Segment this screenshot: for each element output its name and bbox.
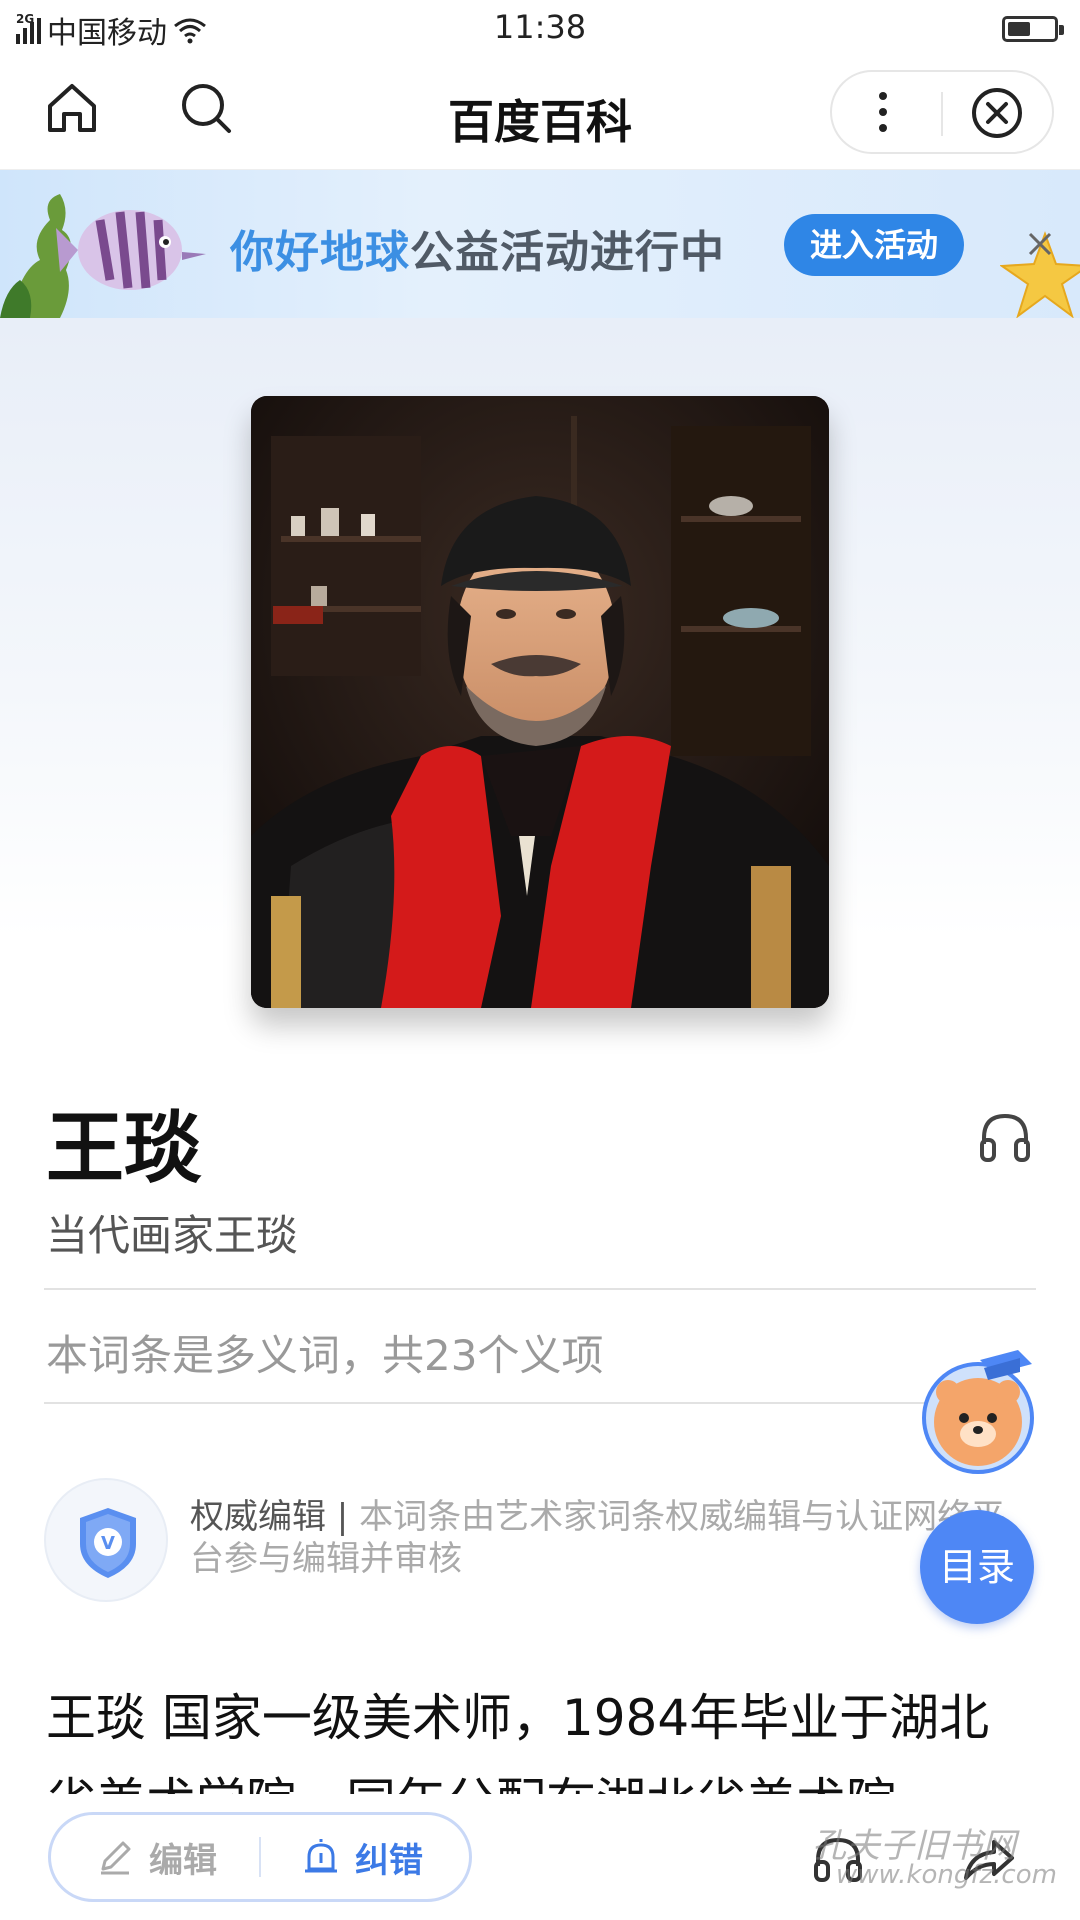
authority-badge: V [44, 1478, 168, 1602]
bottom-bar: 编辑 纠错 孔夫子旧书网 www.kongfz.com [0, 1794, 1080, 1920]
alarm-icon [305, 1839, 337, 1873]
divider [44, 1288, 1036, 1290]
clock: 11:38 [493, 8, 587, 46]
pill-separator [259, 1837, 261, 1877]
close-icon[interactable] [970, 86, 1024, 140]
nav-bar: 百度百科 [0, 58, 1080, 170]
entry-title: 王琰 [46, 1104, 203, 1194]
enter-activity-button[interactable]: 进入活动 [784, 214, 964, 276]
authority-separator: | [326, 1497, 360, 1537]
edit-button[interactable]: 编辑 [95, 1815, 217, 1899]
battery-icon [1002, 16, 1064, 42]
svg-text:V: V [101, 1533, 115, 1554]
verified-shield-icon: V [80, 1508, 136, 1578]
more-icon[interactable] [868, 86, 898, 138]
banner-highlight: 你好地球 [230, 227, 410, 278]
mascot-bear-icon[interactable] [920, 1342, 1038, 1476]
report-error-label: 纠错 [355, 1840, 423, 1881]
status-bar: 2G 中国移动 11:38 [0, 0, 1080, 58]
authority-text: 权威编辑 | 本词条由艺术家词条权威编辑与认证网络平台参与编辑并审核 [190, 1496, 1030, 1580]
polysemy-note[interactable]: 本词条是多义词，共23个义项 [46, 1322, 603, 1383]
promo-banner[interactable]: 你好地球公益活动进行中 进入活动 [0, 170, 1080, 318]
portrait-photo [251, 396, 829, 1008]
mini-program-capsule [830, 70, 1054, 154]
entry-summary: 王琰 国家一级美术师，1984年毕业于湖北省美术学院，同年分配在湖北省美术院 [46, 1689, 990, 1800]
banner-slogan: 公益活动进行中 [410, 227, 725, 278]
fish-illustration [0, 194, 206, 318]
toc-button[interactable]: 目录 [920, 1510, 1034, 1624]
watermark-url: www.kongfz.com [836, 1860, 1057, 1890]
authority-label[interactable]: 权威编辑 [190, 1497, 326, 1537]
headphones-icon[interactable] [978, 1110, 1032, 1164]
banner-text: 你好地球公益活动进行中 [230, 216, 725, 280]
banner-close-icon[interactable] [1024, 228, 1056, 260]
pencil-icon [101, 1841, 131, 1875]
entry-subtitle: 当代画家王琰 [46, 1211, 299, 1260]
action-pill: 编辑 纠错 [48, 1812, 472, 1902]
edit-label: 编辑 [149, 1840, 217, 1881]
report-error-button[interactable]: 纠错 [301, 1815, 423, 1899]
entry-portrait-image[interactable] [251, 396, 829, 1008]
capsule-divider [941, 92, 943, 136]
divider [44, 1402, 974, 1404]
